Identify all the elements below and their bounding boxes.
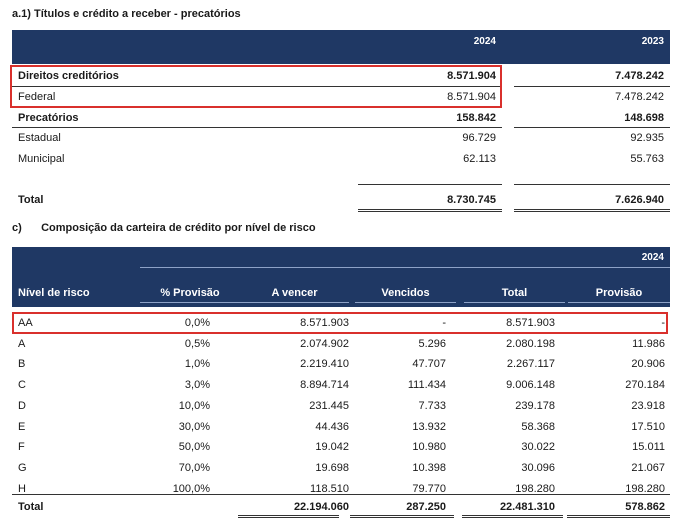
table-cell: 20.906	[631, 358, 665, 371]
year-2024-header: 2024	[473, 36, 496, 47]
table-cell: 17.510	[631, 420, 665, 433]
total-double-rule	[462, 515, 563, 518]
table-cell: 2.219.410	[300, 358, 349, 371]
total-double-rule	[567, 515, 670, 518]
section-a-title: a.1) Títulos e crédito a receber - preca…	[12, 8, 241, 20]
col-header-vencidos: Vencidos	[381, 287, 430, 299]
table-cell: 7.733	[418, 399, 446, 412]
total-double-rule	[514, 209, 670, 212]
table-row: G 70,0% 19.698 10.398 30.096 21.067	[12, 458, 670, 478]
col-header-pct-provisao: % Provisão	[160, 287, 220, 299]
highlight-box	[10, 65, 502, 108]
table-cell: C	[18, 379, 26, 392]
table-cell: 30,0%	[178, 420, 210, 433]
section-c-title-text: Composição da carteira de crédito por ní…	[41, 222, 316, 234]
section-a-title-text: Títulos e crédito a receber - precatório…	[34, 8, 241, 20]
table-row: C 3,0% 8.894.714 111.434 9.006.148 270.184	[12, 375, 670, 395]
table-cell: 239.178	[515, 399, 555, 412]
table-row: B 1,0% 2.219.410 47.707 2.267.117 20.906	[12, 354, 670, 374]
table-row: Precatórios 158.842 148.698	[18, 112, 664, 124]
table-cell: 198.280	[515, 482, 555, 495]
table-cell: 9.006.148	[506, 379, 555, 392]
year-header: 2024	[641, 252, 664, 263]
table-cell: 70,0%	[178, 461, 210, 474]
table-cell: 58.368	[521, 420, 555, 433]
table-total-row: Total 22.194.060 287.250 22.481.310 578.…	[18, 501, 665, 513]
col-underline	[568, 302, 670, 303]
table-cell: 10.398	[412, 461, 446, 474]
table-cell: 47.707	[412, 358, 446, 371]
table-cell: 100,0%	[172, 482, 210, 495]
table-c-header: 2024 Nível de risco % Provisão A vencer …	[12, 247, 670, 307]
total-double-rule	[350, 515, 454, 518]
table-cell: 30.096	[521, 461, 555, 474]
table-row: F 50,0% 19.042 10.980 30.022 15.011	[12, 437, 670, 457]
table-cell: A	[18, 337, 26, 350]
table-total-row: Total 8.730.745 7.626.940	[18, 194, 664, 206]
table-cell: 10,0%	[178, 399, 210, 412]
table-cell: 50,0%	[178, 441, 210, 454]
table-cell: D	[18, 399, 26, 412]
table-row: H 100,0% 118.510 79.770 198.280 198.280	[12, 479, 670, 499]
table-cell: 5.296	[418, 337, 446, 350]
table-cell: 270.184	[625, 379, 665, 392]
table-cell: 231.445	[309, 399, 349, 412]
header-separator	[140, 267, 670, 268]
col-underline	[464, 302, 565, 303]
total-top-rule	[514, 184, 670, 185]
table-cell: 30.022	[521, 441, 555, 454]
table-cell: 44.436	[315, 420, 349, 433]
col-header-total: Total	[501, 287, 528, 299]
col-underline	[240, 302, 349, 303]
total-top-rule	[358, 184, 502, 185]
col-underline	[140, 302, 240, 303]
table-cell: 79.770	[412, 482, 446, 495]
table-cell: 8.894.714	[300, 379, 349, 392]
highlight-box	[12, 312, 668, 334]
table-cell: 13.932	[412, 420, 446, 433]
table-cell: 0,5%	[184, 337, 210, 350]
section-c-title: c) Composição da carteira de crédito por…	[12, 222, 316, 234]
table-cell: 11.986	[632, 337, 665, 350]
table-row: A 0,5% 2.074.902 5.296 2.080.198 11.986	[12, 334, 670, 354]
table-cell: G	[18, 461, 27, 474]
table-cell: 1,0%	[184, 358, 210, 371]
table-cell: H	[18, 482, 26, 495]
table-cell: 23.918	[631, 399, 665, 412]
table-cell: 19.042	[315, 441, 349, 454]
year-2023-header: 2023	[641, 36, 664, 47]
section-a-letter: a.1)	[12, 8, 31, 20]
table-cell: 2.080.198	[506, 337, 555, 350]
col-header-a-vencer: A vencer	[271, 287, 318, 299]
col-header-provisao: Provisão	[595, 287, 643, 299]
table-cell: B	[18, 358, 26, 371]
table-cell: 19.698	[315, 461, 349, 474]
table-a-header: 2024 2023	[12, 30, 670, 64]
section-c-letter: c)	[12, 222, 22, 234]
table-cell: 118.510	[310, 482, 349, 495]
table-cell: 15.011	[632, 441, 665, 454]
col-underline	[355, 302, 456, 303]
table-row: E 30,0% 44.436 13.932 58.368 17.510	[12, 417, 670, 437]
table-cell: 2.074.902	[300, 337, 349, 350]
total-double-rule	[358, 209, 502, 212]
table-row: Municipal 62.113 55.763	[18, 153, 664, 165]
table-cell: 10.980	[412, 441, 446, 454]
col-header-nivel: Nível de risco	[18, 287, 90, 299]
table-cell: 3,0%	[184, 379, 210, 392]
table-row: Estadual 96.729 92.935	[18, 132, 664, 144]
table-cell: 2.267.117	[506, 358, 555, 371]
table-cell: 198.280	[625, 482, 665, 495]
table-cell: E	[18, 420, 26, 433]
table-cell: 111.434	[407, 379, 446, 392]
total-top-rule	[12, 494, 670, 495]
table-cell: F	[18, 441, 25, 454]
table-cell: 21.067	[631, 461, 665, 474]
total-double-rule	[238, 515, 339, 518]
table-row: D 10,0% 231.445 7.733 239.178 23.918	[12, 396, 670, 416]
